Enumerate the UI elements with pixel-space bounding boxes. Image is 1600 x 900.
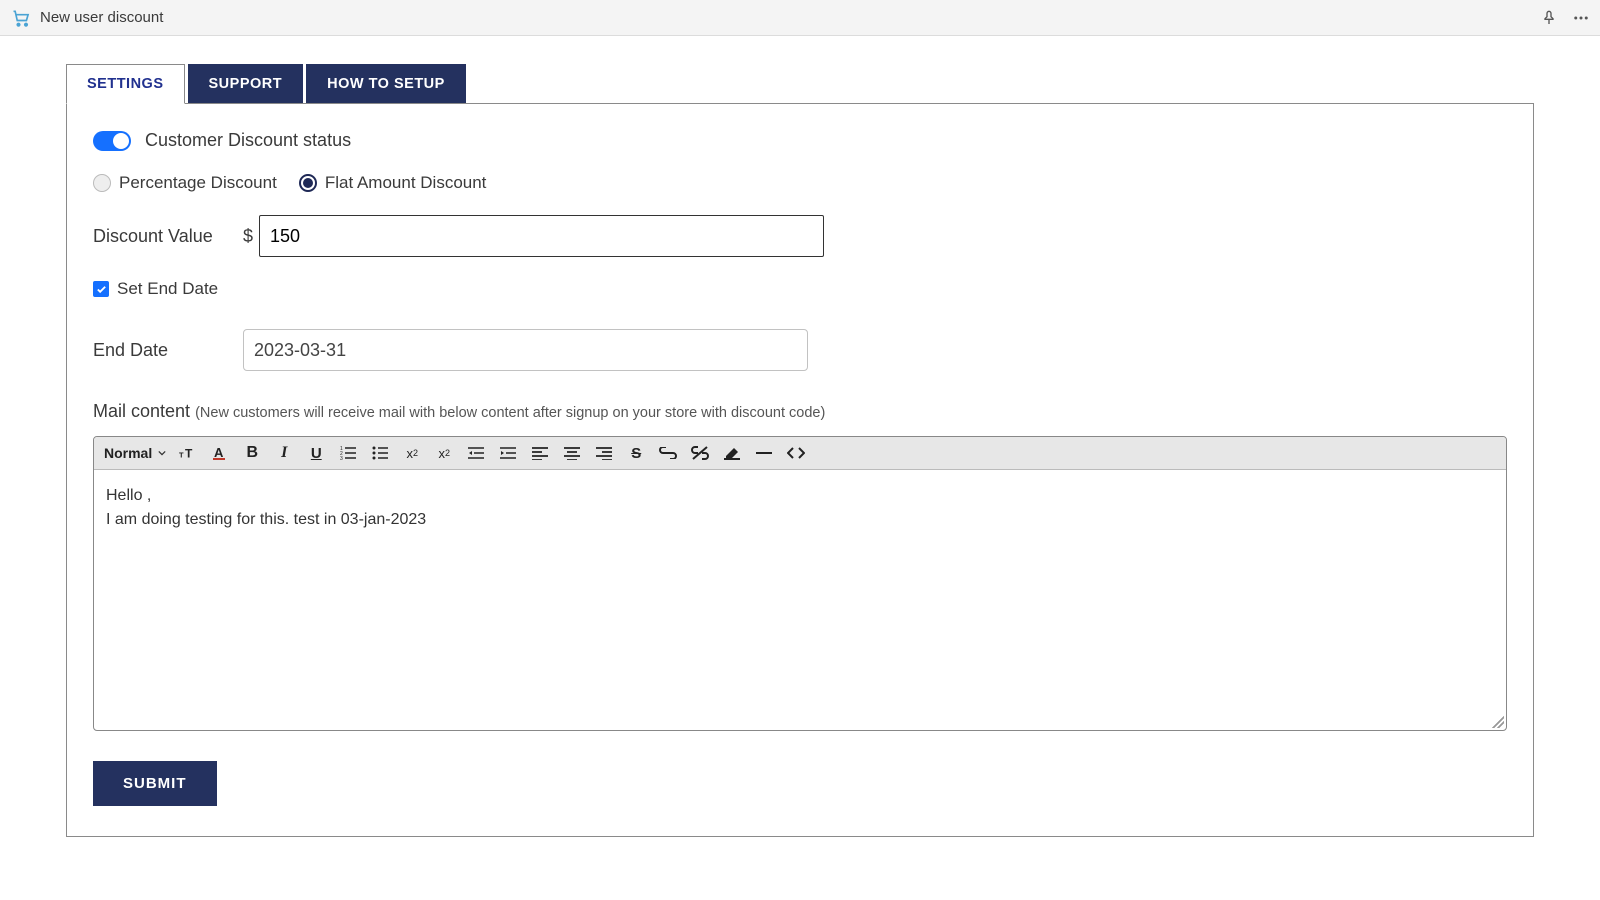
editor-line: I am doing testing for this. test in 03-… (106, 508, 1494, 532)
end-date-input[interactable] (243, 329, 808, 371)
link-icon[interactable] (658, 443, 678, 463)
radio-label: Flat Amount Discount (325, 173, 487, 193)
underline-icon[interactable]: U (306, 443, 326, 463)
radio-flat-amount-discount[interactable]: Flat Amount Discount (299, 173, 487, 193)
editor-line: Hello , (106, 484, 1494, 508)
end-date-label: End Date (93, 340, 243, 361)
mail-content-label: Mail content (New customers will receive… (93, 401, 1507, 422)
pin-icon[interactable] (1540, 9, 1558, 27)
subscript-icon[interactable]: x2 (402, 443, 422, 463)
superscript-icon[interactable]: x2 (434, 443, 454, 463)
submit-button[interactable]: Submit (93, 761, 217, 806)
mail-editor: Normal TT A B I U 123 x2 x2 (93, 436, 1507, 731)
mail-content-hint: (New customers will receive mail with be… (195, 405, 825, 421)
tab-settings[interactable]: Settings (66, 64, 185, 104)
align-right-icon[interactable] (594, 443, 614, 463)
chevron-down-icon (158, 449, 166, 457)
tab-how-to-setup[interactable]: How to Setup (306, 64, 466, 103)
align-center-icon[interactable] (562, 443, 582, 463)
page-scroll[interactable]: Settings Support How to Setup Customer D… (0, 36, 1600, 900)
font-color-icon[interactable]: A (210, 443, 230, 463)
discount-value-label: Discount Value (93, 226, 243, 247)
currency-symbol: $ (243, 226, 253, 247)
svg-text:T: T (179, 451, 184, 460)
discount-value-input[interactable] (259, 215, 824, 257)
resize-handle-icon[interactable] (1492, 716, 1504, 728)
align-left-icon[interactable] (530, 443, 550, 463)
editor-textarea[interactable]: Hello , I am doing testing for this. tes… (94, 470, 1506, 730)
svg-text:3: 3 (340, 456, 343, 460)
status-label: Customer Discount status (145, 130, 351, 151)
strikethrough-icon[interactable]: S (626, 443, 646, 463)
cart-icon (10, 7, 32, 29)
status-toggle[interactable] (93, 131, 131, 151)
unordered-list-icon[interactable] (370, 443, 390, 463)
more-icon[interactable] (1572, 9, 1590, 27)
clear-format-icon[interactable] (722, 443, 742, 463)
horizontal-rule-icon[interactable] (754, 443, 774, 463)
outdent-icon[interactable] (466, 443, 486, 463)
indent-icon[interactable] (498, 443, 518, 463)
editor-toolbar: Normal TT A B I U 123 x2 x2 (94, 437, 1506, 470)
bold-icon[interactable]: B (242, 443, 262, 463)
svg-text:A: A (214, 445, 224, 460)
svg-text:T: T (185, 447, 193, 461)
title-bar: New user discount (0, 0, 1600, 36)
code-icon[interactable] (786, 443, 806, 463)
radio-label: Percentage Discount (119, 173, 277, 193)
radio-percentage-discount[interactable]: Percentage Discount (93, 173, 277, 193)
discount-type-radios: Percentage Discount Flat Amount Discount (93, 173, 486, 193)
font-size-icon[interactable]: TT (178, 443, 198, 463)
page-title: New user discount (40, 9, 163, 26)
tab-support[interactable]: Support (188, 64, 304, 103)
set-end-date-label: Set End Date (117, 279, 218, 299)
style-select[interactable]: Normal (104, 445, 166, 461)
tab-bar: Settings Support How to Setup (66, 64, 1534, 103)
unlink-icon[interactable] (690, 443, 710, 463)
set-end-date-checkbox[interactable] (93, 281, 109, 297)
ordered-list-icon[interactable]: 123 (338, 443, 358, 463)
italic-icon[interactable]: I (274, 443, 294, 463)
settings-panel: Customer Discount status Percentage Disc… (66, 103, 1534, 837)
